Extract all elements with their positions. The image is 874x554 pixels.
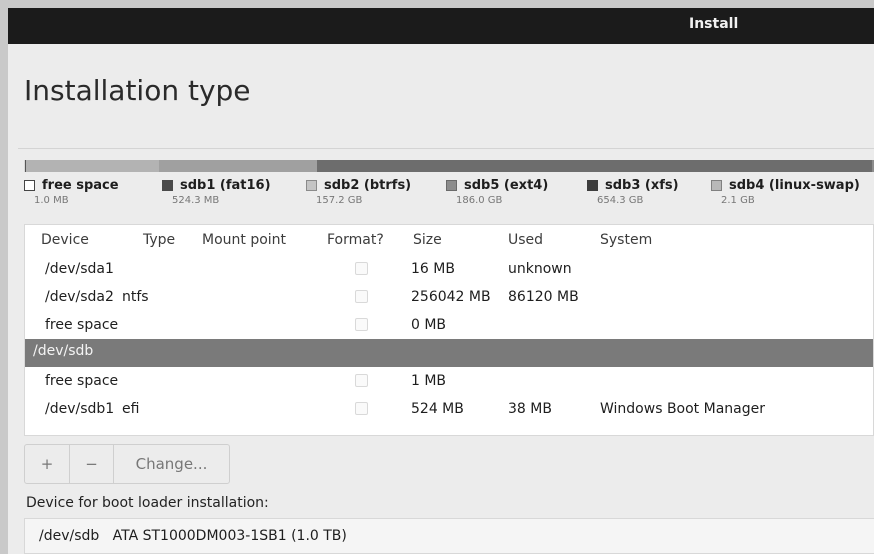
window-title: Install bbox=[689, 16, 739, 32]
legend-size: 186.0 GB bbox=[456, 195, 503, 206]
format-checkbox[interactable] bbox=[355, 262, 368, 275]
main-content: Installation type free space 1.0 MB sdb1 (… bbox=[8, 44, 874, 554]
table-row[interactable]: /dev/sda1 16 MB unknown bbox=[25, 255, 873, 283]
table-row-disk-sdb[interactable]: /dev/sdb bbox=[25, 339, 873, 367]
size-cell: 1 MB bbox=[411, 373, 447, 389]
legend-size: 2.1 GB bbox=[721, 195, 755, 206]
partition-legend: free space 1.0 MB sdb1 (fat16) 524.3 MB sdb2… bbox=[24, 178, 874, 218]
col-device[interactable]: Device bbox=[41, 232, 89, 248]
legend-swatch bbox=[162, 180, 173, 191]
device-cell: free space bbox=[45, 317, 119, 333]
used-cell: unknown bbox=[508, 261, 572, 277]
format-checkbox[interactable] bbox=[355, 402, 368, 415]
legend-item: free space 1.0 MB bbox=[24, 178, 119, 206]
col-system[interactable]: System bbox=[600, 232, 652, 248]
boot-loader-device-select[interactable]: /dev/sdb ATA ST1000DM003-1SB1 (1.0 TB) bbox=[24, 518, 874, 554]
table-row[interactable]: free space 0 MB bbox=[25, 311, 873, 339]
system-cell: Windows Boot Manager bbox=[600, 401, 765, 417]
device-cell: /dev/sda1 bbox=[45, 261, 114, 277]
minus-icon: − bbox=[85, 455, 98, 473]
legend-label: sdb2 (btrfs) bbox=[324, 178, 412, 193]
used-cell: 86120 MB bbox=[508, 289, 579, 305]
legend-item: sdb5 (ext4) 186.0 GB bbox=[446, 178, 548, 206]
format-checkbox[interactable] bbox=[355, 290, 368, 303]
table-header: Device Type Mount point Format? Size Use… bbox=[25, 225, 873, 255]
legend-label: sdb3 (xfs) bbox=[605, 178, 679, 193]
col-format[interactable]: Format? bbox=[327, 232, 384, 248]
separator bbox=[18, 148, 874, 149]
boot-loader-label: Device for boot loader installation: bbox=[26, 495, 269, 511]
legend-swatch bbox=[587, 180, 598, 191]
table-row[interactable]: /dev/sda2 ntfs 256042 MB 86120 MB bbox=[25, 283, 873, 311]
legend-swatch bbox=[446, 180, 457, 191]
legend-item: sdb4 (linux-swap) 2.1 GB bbox=[711, 178, 860, 206]
disk-usage-bar bbox=[24, 160, 874, 172]
used-cell: 38 MB bbox=[508, 401, 552, 417]
change-partition-button[interactable]: Change... bbox=[113, 445, 229, 483]
boot-loader-device-value: /dev/sdb ATA ST1000DM003-1SB1 (1.0 TB) bbox=[39, 528, 347, 544]
col-size[interactable]: Size bbox=[413, 232, 442, 248]
legend-swatch bbox=[306, 180, 317, 191]
device-cell: /dev/sdb bbox=[33, 343, 94, 359]
legend-item: sdb3 (xfs) 654.3 GB bbox=[587, 178, 679, 206]
device-cell: /dev/sda2 bbox=[45, 289, 114, 305]
partition-toolbar: + − Change... bbox=[24, 444, 230, 484]
usage-segment bbox=[25, 160, 160, 172]
col-type[interactable]: Type bbox=[143, 232, 175, 248]
partition-table[interactable]: Device Type Mount point Format? Size Use… bbox=[24, 224, 874, 436]
add-partition-button[interactable]: + bbox=[25, 445, 69, 483]
size-cell: 524 MB bbox=[411, 401, 464, 417]
legend-item: sdb2 (btrfs) 157.2 GB bbox=[306, 178, 411, 206]
legend-item: sdb1 (fat16) 524.3 MB bbox=[162, 178, 271, 206]
page-title: Installation type bbox=[24, 74, 251, 107]
usage-segment bbox=[317, 160, 873, 172]
legend-label: free space bbox=[42, 178, 119, 193]
size-cell: 16 MB bbox=[411, 261, 455, 277]
col-used[interactable]: Used bbox=[508, 232, 543, 248]
device-cell: free space bbox=[45, 373, 119, 389]
col-mount-point[interactable]: Mount point bbox=[202, 232, 286, 248]
title-bar: Install bbox=[8, 8, 874, 44]
format-checkbox[interactable] bbox=[355, 374, 368, 387]
size-cell: 0 MB bbox=[411, 317, 447, 333]
legend-size: 654.3 GB bbox=[597, 195, 644, 206]
device-cell: /dev/sdb1 bbox=[45, 401, 115, 417]
type-cell: efi bbox=[122, 401, 140, 417]
legend-size: 1.0 MB bbox=[34, 195, 69, 206]
remove-partition-button[interactable]: − bbox=[69, 445, 113, 483]
legend-size: 157.2 GB bbox=[316, 195, 363, 206]
format-checkbox[interactable] bbox=[355, 318, 368, 331]
legend-swatch bbox=[24, 180, 35, 191]
installer-window: Install Installation type free space 1.0 … bbox=[8, 8, 874, 554]
legend-label: sdb1 (fat16) bbox=[180, 178, 271, 193]
table-row[interactable]: free space 1 MB bbox=[25, 367, 873, 395]
legend-swatch bbox=[711, 180, 722, 191]
usage-segment bbox=[159, 160, 318, 172]
legend-label: sdb5 (ext4) bbox=[464, 178, 549, 193]
legend-label: sdb4 (linux-swap) bbox=[729, 178, 860, 193]
plus-icon: + bbox=[40, 455, 54, 473]
type-cell: ntfs bbox=[122, 289, 149, 305]
legend-size: 524.3 MB bbox=[172, 195, 220, 206]
table-row[interactable]: /dev/sdb1 efi 524 MB 38 MB Windows Boot … bbox=[25, 395, 873, 423]
size-cell: 256042 MB bbox=[411, 289, 491, 305]
